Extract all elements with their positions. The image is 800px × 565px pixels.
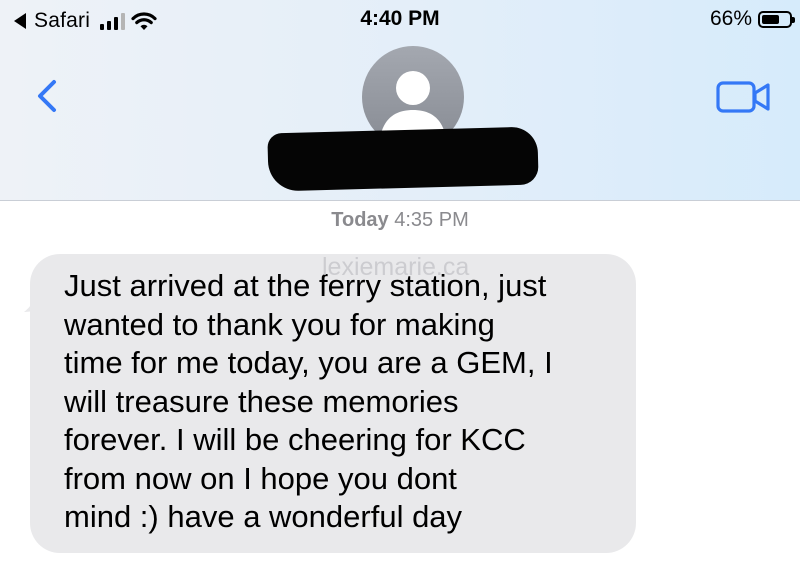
chevron-left-icon bbox=[38, 80, 56, 112]
redacted-contact-name bbox=[267, 126, 539, 192]
back-button[interactable] bbox=[32, 76, 62, 116]
status-bar-right: 66% bbox=[709, 7, 795, 31]
message-timestamp: Today 4:35 PM bbox=[0, 209, 800, 232]
message-line: from now on I hope you dont bbox=[64, 460, 457, 496]
message-line: wanted to thank you for making bbox=[64, 306, 495, 342]
message-line: will treasure these memories bbox=[64, 383, 459, 419]
conversation-header: Safari 4:40 PM 66% bbox=[0, 0, 800, 201]
timestamp-time: 4:35 PM bbox=[394, 209, 469, 231]
battery-icon bbox=[758, 10, 795, 28]
battery-percent: 66% bbox=[709, 7, 752, 30]
message-bubble[interactable]: Just arrived at the ferry station, just … bbox=[30, 254, 636, 553]
status-time: 4:40 PM bbox=[360, 7, 440, 30]
received-message[interactable]: Just arrived at the ferry station, just … bbox=[30, 254, 636, 553]
facetime-video-button[interactable] bbox=[715, 77, 773, 117]
message-line: time for me today, you are a GEM, I bbox=[64, 345, 553, 380]
message-line: mind :) have a wonderful day bbox=[64, 499, 463, 534]
message-line: forever. I will be cheering for KCC bbox=[64, 422, 526, 457]
timestamp-day: Today bbox=[331, 209, 389, 231]
message-line: Just arrived at the ferry station, just bbox=[64, 268, 547, 303]
video-camera-icon bbox=[716, 81, 770, 113]
